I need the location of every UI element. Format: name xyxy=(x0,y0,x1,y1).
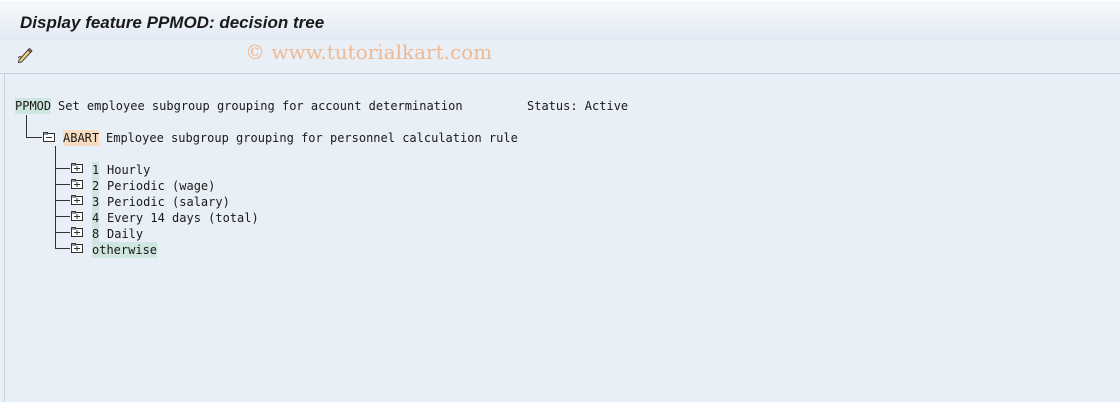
child-node-key[interactable]: 3 xyxy=(92,194,100,210)
tree-connector xyxy=(26,137,42,138)
tree-connector xyxy=(55,146,56,249)
folder-closed-icon[interactable] xyxy=(71,178,83,190)
tree-connector xyxy=(55,232,70,233)
folder-closed-icon[interactable] xyxy=(71,194,83,206)
page-title: Display feature PPMOD: decision tree xyxy=(20,13,325,32)
watermark: © www.tutorialkart.com xyxy=(245,40,493,64)
child-node-key[interactable]: 8 xyxy=(92,226,100,242)
status-text: Status: Active xyxy=(527,99,629,113)
application-toolbar xyxy=(0,40,1120,74)
tree-view: PPMOD Set employee subgroup grouping for… xyxy=(4,74,1120,402)
level1-node-text: Employee subgroup grouping for personnel… xyxy=(106,131,518,145)
tree-connector xyxy=(55,216,70,217)
display-change-button[interactable] xyxy=(15,45,35,65)
child-node-key[interactable]: otherwise xyxy=(92,242,158,258)
title-bar: Display feature PPMOD: decision tree xyxy=(0,0,1120,41)
folder-open-icon[interactable] xyxy=(43,131,55,143)
tree-connector xyxy=(55,200,70,201)
folder-closed-icon[interactable] xyxy=(71,210,83,222)
child-node-text: Daily xyxy=(107,227,144,241)
level1-node-key[interactable]: ABART xyxy=(63,130,100,146)
root-node-text: Set employee subgroup grouping for accou… xyxy=(58,99,463,113)
root-node-key[interactable]: PPMOD xyxy=(15,98,52,114)
tree-connector xyxy=(55,248,70,249)
child-node-key[interactable]: 2 xyxy=(92,178,100,194)
folder-closed-icon[interactable] xyxy=(71,226,83,238)
child-node-text: Every 14 days (total) xyxy=(107,211,259,225)
tree-connector xyxy=(55,184,70,185)
child-node-text: Periodic (wage) xyxy=(107,179,216,193)
tree-connector xyxy=(26,115,27,137)
edit-pencil-icon xyxy=(17,47,33,64)
folder-closed-icon[interactable] xyxy=(71,162,83,174)
folder-closed-icon[interactable] xyxy=(71,242,83,254)
tree-connector xyxy=(55,168,70,169)
child-node-key[interactable]: 4 xyxy=(92,210,100,226)
child-node-text: Hourly xyxy=(107,163,151,177)
child-node-text: Periodic (salary) xyxy=(107,195,230,209)
child-node-key[interactable]: 1 xyxy=(92,162,100,178)
